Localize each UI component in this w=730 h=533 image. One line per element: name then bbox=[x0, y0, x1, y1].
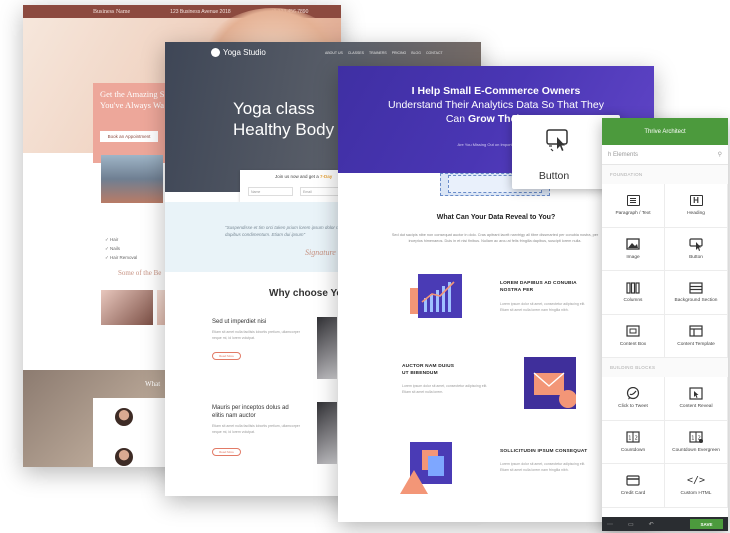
countdown-icon: 12 bbox=[626, 431, 640, 444]
element-countdown[interactable]: 12 Countdown bbox=[602, 420, 665, 464]
element-search[interactable]: h Elements ⚲ bbox=[602, 145, 728, 165]
feature-text: Lorem ipsum dolor sit amet, consectetur … bbox=[500, 302, 586, 312]
nav-item[interactable]: PRICING bbox=[392, 51, 407, 55]
topbar-address: 123 Business Avenue 2018 bbox=[170, 8, 231, 15]
countdown-evergreen-icon: 12 bbox=[689, 431, 703, 444]
yoga-logo: Yoga Studio bbox=[211, 48, 266, 57]
element-button[interactable]: Button bbox=[665, 227, 728, 271]
feature-text: Lorem ipsum dolor sit amet, consectetur … bbox=[402, 384, 488, 394]
svg-text:2: 2 bbox=[635, 436, 638, 442]
paragraph-icon bbox=[626, 194, 640, 207]
section-label: FOUNDATION bbox=[602, 165, 728, 184]
name-field[interactable]: Name bbox=[248, 187, 293, 196]
credit-card-icon bbox=[626, 474, 640, 487]
content-reveal-icon bbox=[689, 387, 703, 400]
search-input[interactable]: h Elements bbox=[608, 152, 638, 158]
element-heading[interactable]: H Heading bbox=[665, 184, 728, 228]
element-content-box[interactable]: Content Box bbox=[602, 314, 665, 358]
gallery-thumb bbox=[101, 290, 153, 325]
background-section-icon bbox=[689, 281, 703, 294]
section-label: BUILDING BLOCKS bbox=[602, 358, 728, 377]
book-appointment-button[interactable]: Book an Appointment bbox=[100, 131, 158, 142]
headline-line-1: I Help Small E-Commerce Owners bbox=[411, 85, 581, 97]
custom-html-icon: </> bbox=[686, 474, 706, 486]
list-item: ✓ Hair Removal bbox=[105, 255, 138, 260]
element-content-template[interactable]: Content Template bbox=[665, 314, 728, 358]
business-name: Business Name bbox=[93, 8, 131, 15]
list-item: ✓ Hair bbox=[105, 237, 119, 242]
template-showcase: Business Name 123 Business Avenue 2018 +… bbox=[0, 0, 730, 533]
feature-item: Sed ut imperdiet nisi Etiam sit amet nul… bbox=[212, 319, 300, 340]
responsive-icon[interactable]: ▭ bbox=[628, 521, 634, 528]
foundation-grid: Paragraph / Text H Heading Image Button … bbox=[602, 184, 728, 358]
section-paragraph: Sed dut sacipis nibe non consequat aucto… bbox=[391, 233, 599, 243]
columns-icon bbox=[626, 281, 640, 294]
avatar bbox=[115, 448, 133, 466]
nav-item[interactable]: TRAINERS bbox=[369, 51, 387, 55]
save-button[interactable]: SAVE bbox=[690, 519, 723, 529]
read-more-button[interactable]: Read More bbox=[212, 352, 241, 360]
element-content-reveal[interactable]: Content Reveal bbox=[665, 377, 728, 421]
document-illustration bbox=[400, 442, 452, 494]
element-columns[interactable]: Columns bbox=[602, 271, 665, 315]
testimonials-heading: What bbox=[145, 380, 161, 388]
drag-preview-label: Button bbox=[538, 170, 570, 182]
email-illustration bbox=[524, 357, 576, 409]
read-more-button[interactable]: Read More bbox=[212, 448, 241, 456]
signature: Signature bbox=[305, 248, 336, 257]
button-icon bbox=[689, 238, 703, 251]
services-list: ✓ Hair ✓ Nails ✓ Hair Removal bbox=[105, 235, 137, 262]
svg-text:1: 1 bbox=[691, 436, 694, 442]
undo-icon[interactable]: ↶ bbox=[649, 521, 654, 528]
nav-item[interactable]: ABOUT US bbox=[325, 51, 343, 55]
panel-title: Thrive Architect bbox=[644, 128, 686, 135]
more-icon[interactable]: ⋯ bbox=[607, 521, 613, 528]
headline-line-2: Understand Their Analytics Data So That … bbox=[388, 99, 604, 111]
feature-image bbox=[317, 402, 337, 464]
nav-item[interactable]: BLOG bbox=[411, 51, 421, 55]
element-background-section[interactable]: Background Section bbox=[665, 271, 728, 315]
feature-item: Mauris per inceptos dolus ad elitis nam … bbox=[212, 405, 300, 434]
content-box-icon bbox=[626, 325, 640, 338]
salon-interior-image bbox=[101, 155, 163, 203]
heading-icon: H bbox=[689, 194, 703, 207]
building-blocks-grid: Click to Tweet Content Reveal 12 Countdo… bbox=[602, 377, 728, 508]
svg-text:1: 1 bbox=[628, 436, 631, 442]
yoga-nav: ABOUT US CLASSES TRAINERS PRICING BLOG C… bbox=[325, 51, 443, 55]
thrive-architect-panel: Thrive Architect h Elements ⚲ FOUNDATION… bbox=[602, 118, 728, 531]
tweet-icon bbox=[626, 387, 640, 400]
feature-image bbox=[317, 317, 337, 379]
nav-item[interactable]: CLASSES bbox=[348, 51, 364, 55]
panel-header: Thrive Architect bbox=[602, 118, 728, 145]
image-icon bbox=[626, 238, 640, 251]
section-heading: Some of the Be bbox=[118, 269, 162, 277]
avatar bbox=[115, 408, 133, 426]
feature-title: SOLLICITUDIN IPSUM CONSEQUAT bbox=[500, 449, 588, 454]
analytics-chart-illustration bbox=[410, 274, 462, 318]
search-icon[interactable]: ⚲ bbox=[718, 151, 722, 158]
feature-title: LOREM DAPIBUS AD CONUBIA NOSTRA PER bbox=[500, 281, 577, 293]
element-custom-html[interactable]: </> Custom HTML bbox=[665, 464, 728, 508]
element-paragraph[interactable]: Paragraph / Text bbox=[602, 184, 665, 228]
element-click-to-tweet[interactable]: Click to Tweet bbox=[602, 377, 665, 421]
element-image[interactable]: Image bbox=[602, 227, 665, 271]
nav-item[interactable]: CONTACT bbox=[426, 51, 443, 55]
list-item: ✓ Nails bbox=[105, 246, 121, 251]
signup-text: Join us now and get a 7-Day bbox=[275, 174, 333, 179]
button-icon bbox=[546, 129, 568, 152]
yoga-title: Yoga class Healthy Body bbox=[233, 99, 335, 139]
element-credit-card[interactable]: Credit Card bbox=[602, 464, 665, 508]
feature-title: AUCTOR NAM DUIUS UT BIBENDUM bbox=[402, 364, 455, 376]
feature-text: Lorem ipsum dolor sit amet, consectetur … bbox=[500, 462, 586, 472]
panel-footer: ⋯ ▭ ↶ SAVE bbox=[602, 517, 728, 531]
element-countdown-evergreen[interactable]: 12 Countdown Evergreen bbox=[665, 420, 728, 464]
lotus-icon bbox=[211, 48, 220, 57]
content-template-icon bbox=[689, 325, 703, 338]
